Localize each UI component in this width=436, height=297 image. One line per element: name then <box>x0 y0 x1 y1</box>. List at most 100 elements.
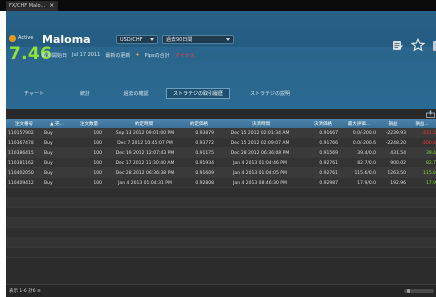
star-icon[interactable] <box>411 38 425 52</box>
export-icon[interactable] <box>426 110 435 118</box>
close-icon[interactable]: × <box>49 3 54 9</box>
empty-row <box>6 248 436 258</box>
empty-row <box>6 198 436 208</box>
table-header: 注文番号 ▲ 売... 注文数量 約定時間 約定価格 決済時間 決済価格 最大評… <box>6 119 436 128</box>
cell-close-time: Dec 28 2012 06:36:08 PM <box>230 150 290 156</box>
col-side[interactable]: ▲ 売... <box>42 119 72 128</box>
col-order-id[interactable]: 注文番号 <box>6 119 42 128</box>
cell-pl: 1263.50 <box>387 170 406 176</box>
cell-pl: -2248.20 <box>385 140 406 146</box>
pagination-text: 表示 1-6 計6 ≡ <box>9 289 41 294</box>
cell-max-eval: 17.9/0.0 <box>357 180 376 186</box>
col-open-price[interactable]: 約定価格 <box>182 119 216 128</box>
col-quantity[interactable]: 注文数量 <box>72 119 106 128</box>
cell-max-eval: 115.6/0.0 <box>354 170 376 176</box>
table-row[interactable]: 110157902 Buy 100 Sep 13 2012 09:01:00 P… <box>6 128 436 138</box>
cell-open-time: Dec 19 2012 12:07:43 PM <box>115 150 175 156</box>
col-pl-pips[interactable]: 損益... <box>408 119 436 128</box>
col-close-time[interactable]: 決済時間 <box>216 119 306 128</box>
start-date-value: Jul 17 2011 <box>72 52 101 58</box>
pips-total-label: Pipsの合計 <box>144 52 170 59</box>
tab-trade-history[interactable]: ストラテジの取引履歴 <box>166 88 230 99</box>
cell-open-price: 0.91175 <box>195 150 214 156</box>
empty-row <box>6 228 436 238</box>
table-toolbar <box>6 109 436 119</box>
cell-pl-pips: -221.2 <box>421 130 436 136</box>
col-close-price[interactable]: 決済価格 <box>306 119 340 128</box>
cell-pl-pips: 82.7 <box>425 160 436 166</box>
document-icon[interactable] <box>392 40 403 51</box>
currency-pair-value: USD/CHF <box>120 36 143 43</box>
empty-row <box>6 208 436 218</box>
cell-close-time: Dec 15 2012 02:09:07 AM <box>230 140 290 146</box>
cell-order-id: 110367478 <box>8 140 34 146</box>
cell-close-time: Jan 4 2013 08:46:30 PM <box>233 180 287 186</box>
window-tab-title: FX/CHF Malo... <box>9 3 46 9</box>
chevron-down-icon <box>150 38 154 41</box>
table-row[interactable]: 110386415 Buy 100 Dec 19 2012 12:07:43 P… <box>6 148 436 158</box>
start-date-label: 取引開始日 <box>42 52 68 59</box>
tab-chart[interactable]: チャート <box>12 88 56 99</box>
strategy-tabs: チャート 統計 過去の確認 ストラテジの取引履歴 ストラテジの説明 <box>6 85 436 109</box>
col-pl[interactable]: 損益 <box>378 119 408 128</box>
cell-close-price: 0.91766 <box>319 140 338 146</box>
cell-max-eval: 82.7/0.0 <box>357 160 376 166</box>
pips-total-value: マイナス <box>174 52 195 59</box>
cell-quantity: 100 <box>93 180 102 186</box>
cell-pl-pips: -200.6 <box>421 140 436 146</box>
cell-open-price: 0.93879 <box>195 130 214 136</box>
cell-close-time: Jan 4 2013 01:04:05 PM <box>233 170 287 176</box>
status-label: Active <box>18 35 34 41</box>
cell-open-price: 0.91609 <box>195 170 214 176</box>
table-row[interactable]: 110402050 Buy 100 Dec 28 2012 06:36:38 P… <box>6 168 436 178</box>
period-value: 過去90日間 <box>166 37 193 43</box>
strategy-name: Maloma <box>42 33 91 46</box>
cell-pl: 431.54 <box>390 150 406 156</box>
table-row[interactable]: 110409412 Buy 100 Jan 4 2013 01:04:31 PM… <box>6 178 436 188</box>
cell-order-id: 110381162 <box>8 160 34 166</box>
cell-side: Buy <box>44 160 53 166</box>
cell-open-time: Dec 28 2012 06:36:38 PM <box>115 170 175 176</box>
cell-side: Buy <box>44 170 53 176</box>
last-update-label: 最新の更新 <box>105 52 131 59</box>
cell-close-price: 0.91667 <box>319 130 338 136</box>
cell-open-time: Jan 4 2013 01:04:31 PM <box>118 180 172 186</box>
table-row[interactable]: 110367478 Buy 100 Dec 7 2012 10:45:07 PM… <box>6 138 436 148</box>
plus-sign: + <box>135 52 140 58</box>
cell-side: Buy <box>44 150 53 156</box>
col-open-time[interactable]: 約定時間 <box>106 119 182 128</box>
cell-close-price: 0.92761 <box>319 170 338 176</box>
cell-open-price: 0.91934 <box>195 160 214 166</box>
cell-pl-pips: 17.9 <box>425 180 436 186</box>
tab-description[interactable]: ストラテジの説明 <box>238 88 302 99</box>
cell-order-id: 110386415 <box>8 150 34 156</box>
title-bar: FX/CHF Malo... × <box>0 0 436 11</box>
cell-close-time: Jan 4 2013 01:04:46 PM <box>233 160 287 166</box>
empty-row <box>6 238 436 248</box>
empty-row <box>6 188 436 198</box>
cell-quantity: 100 <box>93 140 102 146</box>
tab-history-check[interactable]: 過去の確認 <box>112 88 160 99</box>
cell-order-id: 110402050 <box>8 170 34 176</box>
chevron-down-icon <box>226 38 230 41</box>
strategy-meta: 取引開始日 Jul 17 2011 最新の更新 + Pipsの合計 マイナス <box>42 51 195 59</box>
cell-order-id: 110409412 <box>8 180 34 186</box>
currency-pair-select[interactable]: USD/CHF <box>116 35 158 44</box>
cell-quantity: 100 <box>93 160 102 166</box>
table-row[interactable]: 110381162 Buy 100 Dec 17 2012 11:30:40 A… <box>6 158 436 168</box>
cell-close-price: 0.91569 <box>319 150 338 156</box>
period-select[interactable]: 過去90日間 <box>162 35 234 44</box>
cell-quantity: 100 <box>93 170 102 176</box>
cell-pl: -2239.93 <box>385 130 406 136</box>
col-max-eval[interactable]: 最大評価... <box>340 119 378 128</box>
cell-max-eval: 0.0/-200.0 <box>352 130 376 136</box>
cell-close-time: Dec 15 2012 02:01:34 AM <box>230 130 290 136</box>
table-footer: 表示 1-6 計6 ≡ <box>6 284 436 297</box>
cell-close-price: 0.92987 <box>319 180 338 186</box>
scrollbar-thumb[interactable] <box>407 289 410 293</box>
tab-stats[interactable]: 統計 <box>72 88 98 99</box>
window-tab[interactable]: FX/CHF Malo... × <box>6 1 59 11</box>
cell-open-price: 0.93772 <box>195 140 214 146</box>
cell-side: Buy <box>44 180 53 186</box>
cell-max-eval: 39.4/0.0 <box>357 150 376 156</box>
